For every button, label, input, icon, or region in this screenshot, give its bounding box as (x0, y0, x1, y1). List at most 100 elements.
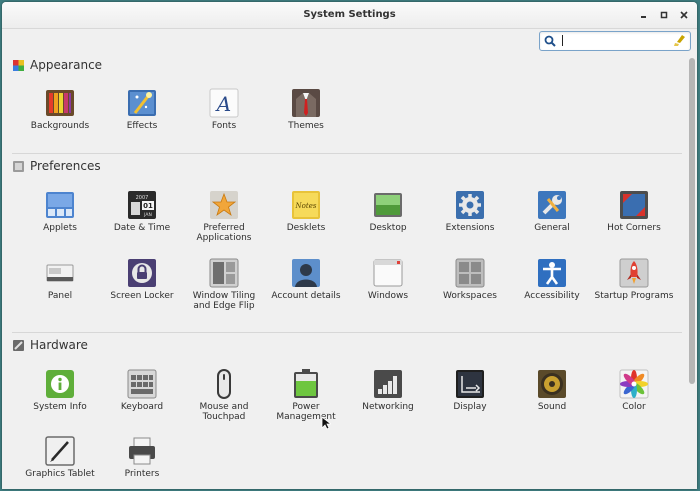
fonts-icon: A (208, 87, 240, 119)
applet-display[interactable]: Display (430, 368, 510, 432)
vertical-scrollbar[interactable] (688, 52, 696, 488)
themes-icon (290, 87, 322, 119)
applet-desklets[interactable]: Notes Desklets (266, 189, 346, 253)
applet-preferred-applications[interactable]: Preferred Applications (184, 189, 264, 253)
applet-backgrounds[interactable]: Backgrounds (20, 87, 100, 151)
preferred-applications-icon (208, 189, 240, 221)
applet-label: Preferred Applications (196, 223, 252, 243)
display-icon (454, 368, 486, 400)
startup-programs-icon (618, 257, 650, 289)
maximize-button[interactable] (657, 8, 671, 22)
applet-label: Themes (288, 121, 324, 131)
applet-system-info[interactable]: System Info (20, 368, 100, 432)
keyboard-icon (126, 368, 158, 400)
applet-label: Desktop (369, 223, 407, 233)
maximize-icon (660, 11, 668, 19)
section-title: Appearance (30, 58, 103, 72)
applet-panel[interactable]: Panel (20, 257, 100, 321)
applet-label: Window Tiling and Edge Flip (192, 291, 256, 311)
color-icon (618, 368, 650, 400)
effects-icon (126, 87, 158, 119)
applet-label: Screen Locker (110, 291, 174, 301)
applet-label: Date & Time (113, 223, 171, 233)
extensions-icon (454, 189, 486, 221)
applet-applets[interactable]: Applets (20, 189, 100, 253)
desklets-icon: Notes (290, 189, 322, 221)
applet-fonts[interactable]: A Fonts (184, 87, 264, 151)
applet-keyboard[interactable]: Keyboard (102, 368, 182, 432)
applet-hot-corners[interactable]: Hot Corners (594, 189, 674, 253)
close-icon (680, 11, 688, 19)
applet-label: Accessibility (524, 291, 580, 301)
account-details-icon (290, 257, 322, 289)
applet-themes[interactable]: Themes (266, 87, 346, 151)
applet-label: Color (622, 402, 646, 412)
search-input[interactable] (560, 33, 668, 47)
workspaces-icon (454, 257, 486, 289)
graphics-tablet-icon (44, 435, 76, 467)
text-caret (562, 35, 563, 46)
desktop-icon (372, 189, 404, 221)
applet-startup-programs[interactable]: Startup Programs (594, 257, 674, 321)
applet-extensions[interactable]: Extensions (430, 189, 510, 253)
applet-label: Backgrounds (30, 121, 90, 131)
section-divider (12, 153, 682, 154)
svg-text:2007: 2007 (136, 195, 149, 201)
applet-workspaces[interactable]: Workspaces (430, 257, 510, 321)
applet-desktop[interactable]: Desktop (348, 189, 428, 253)
applet-label: Desklets (286, 223, 326, 233)
applet-label: Display (453, 402, 487, 412)
svg-text:01: 01 (143, 202, 153, 210)
applet-date-time[interactable]: 2007 01 JAN Date & Time (102, 189, 182, 253)
applet-window-tiling[interactable]: Window Tiling and Edge Flip (184, 257, 264, 321)
section-divider (12, 332, 682, 333)
sound-icon (536, 368, 568, 400)
window-title: System Settings (303, 9, 396, 20)
applet-color[interactable]: Color (594, 368, 674, 432)
applet-power-management[interactable]: Power Management (266, 368, 346, 432)
applet-accessibility[interactable]: Accessibility (512, 257, 592, 321)
applet-networking[interactable]: Networking (348, 368, 428, 432)
system-settings-window: System Settings Appearance Backgrounds E… (2, 2, 697, 489)
applet-label: Applets (43, 223, 77, 233)
applet-label: Keyboard (120, 402, 164, 412)
svg-text:Notes: Notes (295, 202, 317, 210)
applet-label: Windows (367, 291, 409, 301)
scrollbar-thumb[interactable] (689, 58, 695, 384)
mouse-touchpad-icon (208, 368, 240, 400)
applet-label: Power Management (276, 402, 336, 422)
applet-graphics-tablet[interactable]: Graphics Tablet (20, 435, 100, 489)
applet-label: General (534, 223, 570, 233)
preferences-section-icon (13, 161, 24, 172)
clear-search-icon[interactable] (673, 34, 686, 47)
applet-mouse-touchpad[interactable]: Mouse and Touchpad (184, 368, 264, 432)
applet-label: Extensions (445, 223, 495, 233)
windows-icon (372, 257, 404, 289)
applet-label: Startup Programs (594, 291, 674, 301)
applet-account-details[interactable]: Account details (266, 257, 346, 321)
applet-label: Graphics Tablet (25, 469, 95, 479)
window-tiling-icon (208, 257, 240, 289)
applet-printers[interactable]: Printers (102, 435, 182, 489)
date-time-icon: 2007 01 JAN (126, 189, 158, 221)
backgrounds-icon (44, 87, 76, 119)
applet-label: Account details (271, 291, 341, 301)
applet-label: Mouse and Touchpad (199, 402, 249, 422)
applet-label: Hot Corners (607, 223, 661, 233)
applet-label: Workspaces (443, 291, 497, 301)
close-button[interactable] (677, 8, 691, 22)
applet-effects[interactable]: Effects (102, 87, 182, 151)
screen-locker-icon (126, 257, 158, 289)
applet-windows[interactable]: Windows (348, 257, 428, 321)
applet-general[interactable]: General (512, 189, 592, 253)
applet-screen-locker[interactable]: Screen Locker (102, 257, 182, 321)
applet-label: Fonts (211, 121, 237, 131)
title-bar[interactable]: System Settings (2, 2, 697, 29)
section-title: Preferences (30, 159, 101, 173)
minimize-button[interactable] (637, 8, 651, 22)
applet-sound[interactable]: Sound (512, 368, 592, 432)
hardware-section-icon (13, 340, 24, 351)
applet-label: Sound (537, 402, 567, 412)
printers-icon (126, 435, 158, 467)
search-box[interactable] (539, 31, 691, 51)
